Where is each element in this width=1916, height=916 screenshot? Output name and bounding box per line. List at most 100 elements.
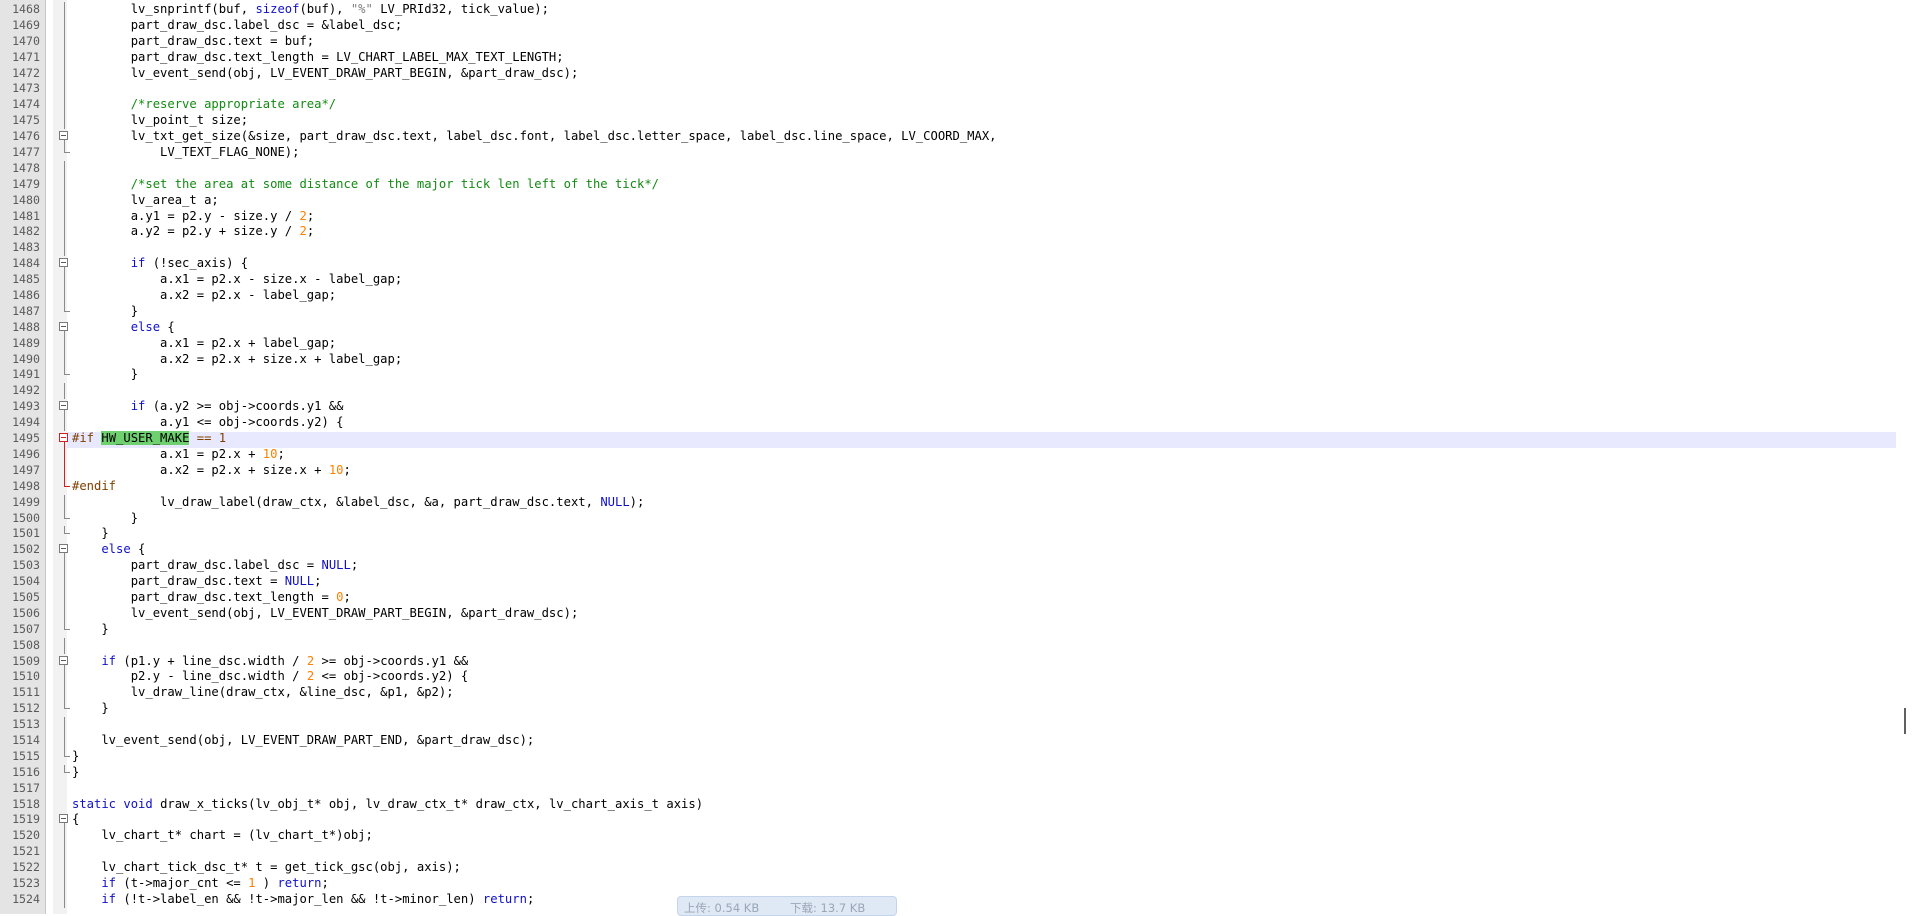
code-text[interactable]: } (72, 526, 108, 542)
code-line: 1472 lv_event_send(obj, LV_EVENT_DRAW_PA… (0, 65, 1900, 82)
code-text[interactable]: { (72, 812, 79, 828)
code-text[interactable]: #endif (72, 479, 116, 495)
fold-toggle-icon[interactable] (59, 256, 71, 273)
code-text[interactable]: } (72, 749, 79, 765)
code-text[interactable]: } (72, 701, 108, 717)
line-number: 1518 (12, 796, 40, 811)
code-token: lv_txt_get_size(&size, part_draw_dsc.tex… (72, 129, 997, 144)
code-text[interactable]: lv_event_send(obj, LV_EVENT_DRAW_PART_EN… (72, 733, 534, 749)
code-text[interactable]: lv_snprintf(buf, sizeof(buf), "%" LV_PRI… (72, 2, 549, 18)
fold-guide-line (59, 462, 71, 479)
fold-toggle-icon[interactable] (59, 431, 71, 448)
fold-guide-line (59, 17, 71, 34)
fold-guide-line (59, 685, 71, 702)
fold-toggle-icon[interactable] (59, 654, 71, 670)
code-text[interactable]: /*set the area at some distance of the m… (72, 177, 659, 193)
code-text[interactable]: } (72, 622, 108, 638)
fold-guide-line (59, 415, 71, 432)
code-text[interactable]: a.x2 = p2.x + size.x + label_gap; (72, 352, 402, 368)
code-text[interactable]: a.x1 = p2.x + label_gap; (72, 336, 336, 352)
code-text[interactable]: lv_event_send(obj, LV_EVENT_DRAW_PART_BE… (72, 606, 579, 622)
line-number: 1515 (12, 748, 40, 763)
code-line: 1475 lv_point_t size; (0, 113, 1900, 130)
code-editor[interactable]: 1468 lv_snprintf(buf, sizeof(buf), "%" L… (0, 0, 1916, 914)
code-token: lv_chart_t* chart = (lv_chart_t*)obj; (72, 828, 373, 843)
code-text[interactable]: LV_TEXT_FLAG_NONE); (72, 145, 299, 161)
code-text[interactable]: a.x2 = p2.x + size.x + 10; (72, 463, 351, 479)
code-text[interactable]: lv_event_send(obj, LV_EVENT_DRAW_PART_BE… (72, 66, 579, 82)
code-text[interactable]: lv_draw_line(draw_ctx, &line_dsc, &p1, &… (72, 685, 454, 701)
line-number: 1513 (12, 717, 40, 732)
code-text[interactable]: a.x2 = p2.x - label_gap; (72, 288, 336, 304)
code-text[interactable]: part_draw_dsc.text = NULL; (72, 574, 322, 590)
code-text[interactable]: } (72, 511, 138, 527)
scrollbar-position-marker[interactable] (1904, 708, 1906, 734)
code-text[interactable]: a.y1 <= obj->coords.y2) { (72, 415, 343, 431)
code-token: lv_point_t size; (72, 113, 249, 128)
code-text[interactable]: part_draw_dsc.text_length = LV_CHART_LAB… (72, 50, 564, 66)
code-token: if (72, 256, 146, 271)
fold-toggle-icon[interactable] (59, 542, 71, 559)
code-text[interactable]: if (a.y2 >= obj->coords.y1 && (72, 399, 344, 415)
code-line: 1480 lv_area_t a; (0, 192, 1900, 209)
code-text[interactable]: lv_chart_tick_dsc_t* t = get_tick_gsc(ob… (72, 860, 461, 876)
code-token: lv_draw_line(draw_ctx, &line_dsc, &p1, &… (72, 685, 454, 700)
fold-toggle-icon[interactable] (59, 320, 71, 336)
code-token: a.x1 = p2.x + (72, 446, 263, 461)
code-text[interactable]: /*reserve appropriate area*/ (72, 97, 336, 113)
fold-toggle-icon[interactable] (59, 129, 71, 146)
code-lines: 1468 lv_snprintf(buf, sizeof(buf), "%" L… (0, 2, 1900, 908)
fold-toggle-icon[interactable] (59, 812, 71, 829)
code-text[interactable]: lv_point_t size; (72, 113, 248, 129)
code-text[interactable]: else { (72, 320, 175, 336)
code-text[interactable]: part_draw_dsc.text_length = 0; (72, 590, 351, 606)
network-speed-widget: 上传: 0.54 KB 下载: 13.7 KB (677, 896, 897, 916)
code-text[interactable]: } (72, 367, 138, 383)
code-text[interactable]: if (t->major_cnt <= 1 ) return; (72, 876, 329, 892)
code-line: 1486 a.x2 = p2.x - label_gap; (0, 288, 1900, 304)
code-text[interactable]: a.y2 = p2.y + size.y / 2; (72, 224, 314, 240)
line-number: 1475 (12, 113, 40, 128)
code-text[interactable]: if (p1.y + line_dsc.width / 2 >= obj->co… (72, 654, 468, 670)
fold-guide-line (59, 97, 71, 114)
code-text[interactable]: static void draw_x_ticks(lv_obj_t* obj, … (72, 797, 703, 813)
fold-toggle-icon[interactable] (59, 399, 71, 416)
code-text[interactable]: } (72, 765, 79, 781)
fold-guide-line (59, 192, 71, 209)
fold-end-marker (59, 764, 71, 781)
code-token: } (72, 764, 80, 779)
code-text[interactable]: part_draw_dsc.label_dsc = &label_dsc; (72, 18, 403, 34)
code-text[interactable]: lv_area_t a; (72, 193, 219, 209)
code-token: return (482, 891, 527, 906)
code-token: a.x2 = p2.x - label_gap; (72, 288, 337, 303)
code-text[interactable]: a.y1 = p2.y - size.y / 2; (72, 209, 314, 225)
code-text[interactable]: a.x1 = p2.x + 10; (72, 447, 285, 463)
line-number: 1516 (12, 764, 40, 779)
code-text[interactable]: part_draw_dsc.label_dsc = NULL; (72, 558, 359, 574)
line-number: 1524 (12, 891, 40, 906)
code-text[interactable]: part_draw_dsc.text = buf; (72, 34, 314, 50)
fold-guide-line (59, 240, 71, 257)
code-token: else (72, 319, 161, 334)
fold-guide-line (59, 558, 71, 575)
code-text[interactable]: lv_txt_get_size(&size, part_draw_dsc.tex… (72, 129, 997, 145)
code-text[interactable]: if (!t->label_en && !t->major_len && !t-… (72, 892, 534, 908)
code-text[interactable]: } (72, 304, 138, 320)
code-text[interactable]: else { (72, 542, 145, 558)
code-token: a.x1 = p2.x - size.x - label_gap; (72, 272, 403, 287)
code-line: 1509 if (p1.y + line_dsc.width / 2 >= ob… (0, 654, 1900, 670)
code-text[interactable]: if (!sec_axis) { (72, 256, 248, 272)
code-line: 1522 lv_chart_tick_dsc_t* t = get_tick_g… (0, 860, 1900, 876)
code-text[interactable]: lv_draw_label(draw_ctx, &label_dsc, &a, … (72, 495, 644, 511)
code-text[interactable]: a.x1 = p2.x - size.x - label_gap; (72, 272, 402, 288)
code-text[interactable]: p2.y - line_dsc.width / 2 <= obj->coords… (72, 669, 469, 685)
code-text[interactable]: #if HW_USER_MAKE == 1 (72, 431, 226, 447)
code-line: 1487 } (0, 303, 1900, 320)
code-line: 1513 (0, 717, 1900, 733)
fold-guide-line (59, 160, 71, 177)
line-number: 1521 (12, 844, 40, 859)
code-text[interactable]: lv_chart_t* chart = (lv_chart_t*)obj; (72, 828, 373, 844)
fold-guide-line (59, 335, 71, 352)
code-token: { (72, 812, 80, 827)
code-token: /*reserve appropriate area*/ (72, 97, 337, 112)
